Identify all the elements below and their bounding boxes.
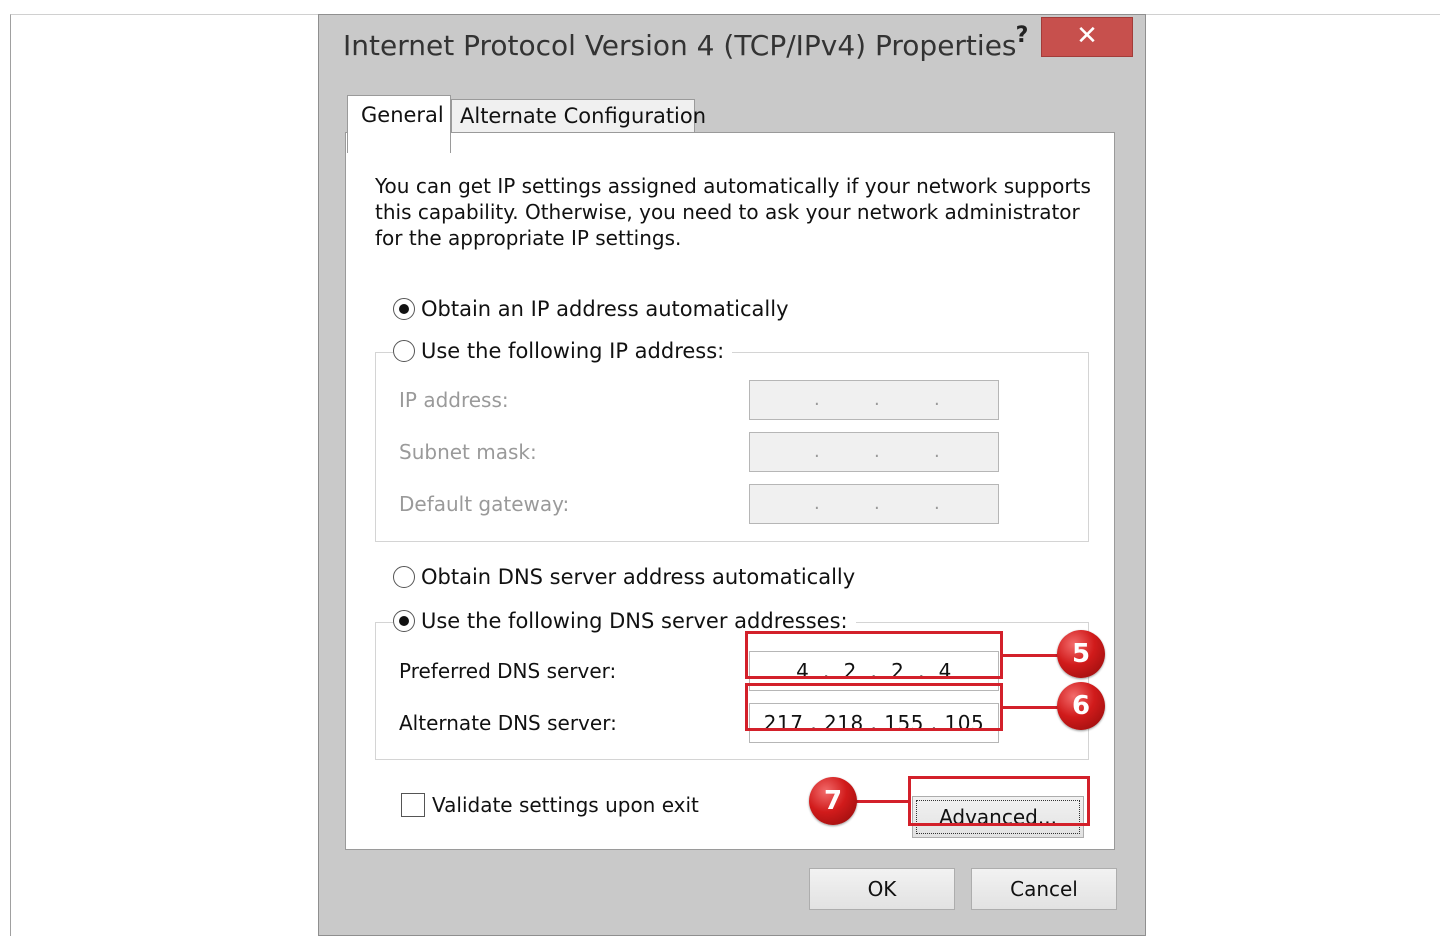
use-following-dns-radio[interactable]: Use the following DNS server addresses: — [393, 609, 856, 633]
tab-alternate-configuration[interactable]: Alternate Configuration — [451, 99, 706, 133]
preferred-dns-field[interactable]: 4 . 2 . 2 . 4 — [749, 651, 999, 691]
radio-unchecked-icon[interactable] — [393, 566, 415, 588]
description-line: for the appropriate IP settings. — [375, 226, 682, 250]
obtain-dns-automatically-radio[interactable]: Obtain DNS server address automatically — [393, 565, 864, 589]
default-gateway-field[interactable]: ... — [749, 484, 999, 524]
help-icon[interactable]: ? — [1007, 21, 1037, 51]
obtain-ip-automatically-label: Obtain an IP address automatically — [421, 297, 789, 321]
ok-button[interactable]: OK — [809, 868, 955, 910]
obtain-ip-automatically-radio[interactable]: Obtain an IP address automatically — [393, 297, 797, 321]
use-following-dns-label: Use the following DNS server addresses: — [421, 609, 848, 633]
use-following-ip-radio[interactable]: Use the following IP address: — [393, 339, 733, 363]
badge7-connector — [856, 800, 910, 803]
description-line: You can get IP settings assigned automat… — [375, 174, 1091, 198]
alternate-dns-label: Alternate DNS server: — [399, 711, 617, 735]
step-6-badge: 6 — [1057, 682, 1105, 730]
description-text: You can get IP settings assigned automat… — [375, 173, 1095, 251]
step-5-badge: 5 — [1057, 630, 1105, 678]
alternate-dns-value: 217 . 218 . 155 . 105 — [763, 711, 985, 735]
focus-rectangle — [916, 800, 1080, 834]
step-7-badge: 7 — [809, 777, 857, 825]
default-gateway-label: Default gateway: — [399, 492, 570, 516]
cancel-button[interactable]: Cancel — [971, 868, 1117, 910]
general-tab-panel: You can get IP settings assigned automat… — [345, 132, 1115, 850]
dialog-title: Internet Protocol Version 4 (TCP/IPv4) P… — [343, 29, 1017, 62]
badge6-connector — [1003, 706, 1059, 709]
obtain-dns-automatically-label: Obtain DNS server address automatically — [421, 565, 856, 589]
description-line: this capability. Otherwise, you need to … — [375, 200, 1080, 224]
tab-general[interactable]: General — [347, 95, 451, 153]
use-following-ip-label: Use the following IP address: — [421, 339, 725, 363]
validate-settings-checkbox[interactable] — [401, 793, 425, 817]
ipv4-properties-dialog: Internet Protocol Version 4 (TCP/IPv4) P… — [318, 14, 1146, 936]
radio-checked-icon[interactable] — [393, 298, 415, 320]
advanced-button[interactable]: Advanced... — [912, 796, 1084, 838]
badge5-connector — [1003, 654, 1059, 657]
alternate-dns-field[interactable]: 217 . 218 . 155 . 105 — [749, 703, 999, 743]
validate-settings-label: Validate settings upon exit — [432, 793, 699, 817]
close-button[interactable]: ✕ — [1041, 17, 1133, 57]
preferred-dns-value: 4 . 2 . 2 . 4 — [796, 659, 952, 683]
preferred-dns-label: Preferred DNS server: — [399, 659, 617, 683]
ip-address-label: IP address: — [399, 388, 509, 412]
radio-checked-icon[interactable] — [393, 610, 415, 632]
subnet-mask-field[interactable]: ... — [749, 432, 999, 472]
ip-address-field[interactable]: ... — [749, 380, 999, 420]
subnet-mask-label: Subnet mask: — [399, 440, 537, 464]
radio-unchecked-icon[interactable] — [393, 340, 415, 362]
